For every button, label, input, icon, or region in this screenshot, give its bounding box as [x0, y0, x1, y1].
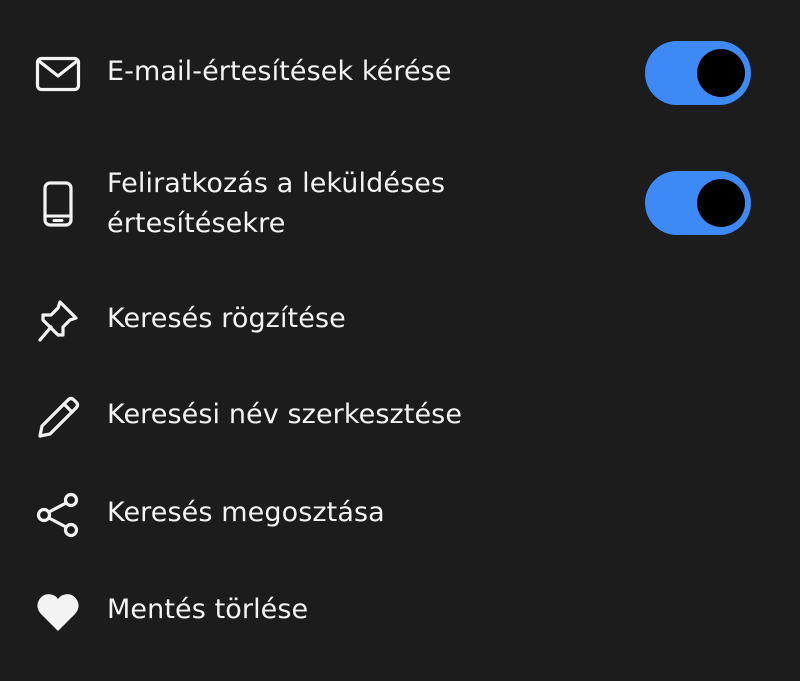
menu-item-label: Mentés törlése [107, 594, 309, 625]
menu-item-label: E-mail-értesítések kérése [107, 56, 452, 87]
heart-icon [32, 590, 84, 634]
menu-item-label: Keresés rögzítése [107, 303, 346, 334]
menu-item-label-line2: értesítésekre [107, 208, 286, 239]
pin-icon [32, 298, 84, 344]
phone-icon [32, 180, 84, 228]
menu-item-email-notifications[interactable]: E-mail-értesítések kérése [0, 36, 800, 111]
menu-item-label: Keresés megosztása [107, 497, 385, 528]
menu-item-pin-search[interactable]: Keresés rögzítése [0, 290, 800, 350]
email-notifications-toggle[interactable] [645, 41, 751, 105]
menu-item-label: Keresési név szerkesztése [107, 399, 463, 430]
envelope-icon [32, 54, 84, 94]
menu-item-share-search[interactable]: Keresés megosztása [0, 485, 800, 545]
menu-item-rename-search[interactable]: Keresési név szerkesztése [0, 387, 800, 447]
toggle-knob [697, 49, 745, 97]
toggle-knob [697, 179, 745, 227]
menu-item-label-line1: Feliratkozás a leküldéses [107, 168, 446, 199]
pencil-icon [32, 393, 84, 441]
share-icon [32, 490, 84, 540]
menu-item-delete-saved[interactable]: Mentés törlése [0, 582, 800, 642]
menu-item-push-notifications[interactable]: Feliratkozás a leküldéses értesítésekre [0, 160, 800, 250]
push-notifications-toggle[interactable] [645, 171, 751, 235]
